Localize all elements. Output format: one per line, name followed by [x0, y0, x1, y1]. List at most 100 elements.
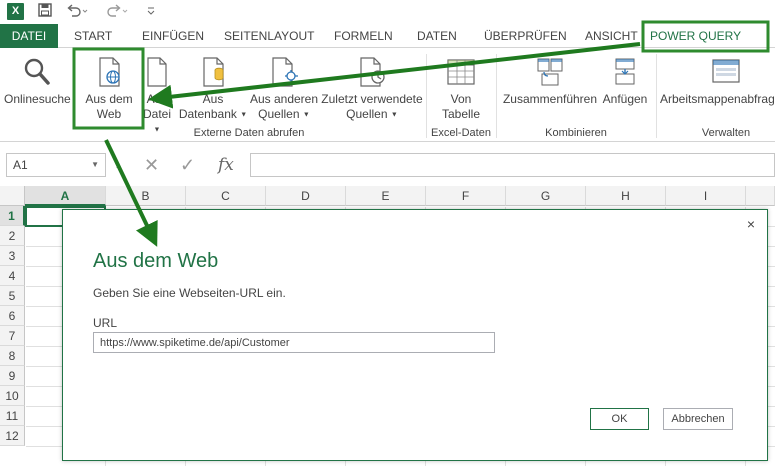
- from-web-button[interactable]: Aus dem Web: [78, 56, 140, 122]
- tab-datei[interactable]: DATEI: [0, 24, 58, 48]
- row-header-5[interactable]: 5: [0, 286, 25, 306]
- undo-icon[interactable]: [66, 3, 88, 21]
- row-header-12[interactable]: 12: [0, 426, 25, 446]
- url-input[interactable]: [93, 332, 495, 353]
- web-page-icon: [99, 57, 120, 87]
- recent-sources-label-1: Zuletzt verwendete: [321, 92, 423, 106]
- group-separator: [496, 54, 497, 138]
- ribbon-tabs: DATEI START EINFÜGEN SEITENLAYOUT FORMEL…: [0, 24, 775, 48]
- column-header-i[interactable]: I: [666, 186, 746, 206]
- from-table-label-1: Von: [450, 92, 472, 106]
- tab-formeln[interactable]: FORMELN: [334, 24, 393, 48]
- column-header-a[interactable]: A: [25, 186, 106, 206]
- row-header-10[interactable]: 10: [0, 386, 25, 406]
- row-header-8[interactable]: 8: [0, 346, 25, 366]
- column-header-e[interactable]: E: [346, 186, 426, 206]
- save-icon[interactable]: [38, 3, 52, 21]
- row-header-2[interactable]: 2: [0, 226, 25, 246]
- dialog-instruction: Geben Sie eine Webseiten-URL ein.: [93, 286, 286, 300]
- merge-icon: [537, 58, 563, 86]
- from-web-label-2: Web: [96, 107, 122, 121]
- column-header-h[interactable]: H: [586, 186, 666, 206]
- recent-sources-icon: [360, 57, 385, 87]
- ribbon: Onlinesuche Aus dem Web Aus Datei ▼ Aus …: [0, 48, 775, 142]
- row-header-3[interactable]: 3: [0, 246, 25, 266]
- merge-label: Zusammenführen: [502, 92, 598, 106]
- group-label-excel-data: Excel-Daten: [431, 127, 491, 139]
- append-label: Anfügen: [602, 92, 648, 106]
- from-table-label-2: Tabelle: [441, 107, 481, 121]
- from-file-label-1: Aus: [146, 92, 168, 106]
- dropdown-arrow-icon: ▼: [390, 111, 398, 119]
- select-all-corner[interactable]: [0, 186, 25, 206]
- workbook-queries-button[interactable]: Arbeitsmappenabfrag: [660, 56, 775, 107]
- cancel-button[interactable]: Abbrechen: [663, 408, 733, 430]
- from-other-sources-button[interactable]: Aus anderen Quellen ▼: [248, 56, 320, 122]
- workbook-queries-icon: [712, 59, 740, 83]
- column-header-f[interactable]: F: [426, 186, 506, 206]
- tab-power-query[interactable]: POWER QUERY: [650, 24, 741, 48]
- cancel-entry-icon[interactable]: ✕: [144, 153, 159, 177]
- from-table-button[interactable]: Von Tabelle: [432, 56, 490, 122]
- quick-access-toolbar: X: [0, 0, 775, 24]
- close-icon[interactable]: ×: [747, 216, 755, 232]
- magnifier-icon: [24, 58, 50, 85]
- append-button[interactable]: Anfügen: [600, 56, 650, 107]
- name-box-value: A1: [13, 158, 28, 172]
- ok-button[interactable]: OK: [590, 408, 649, 430]
- column-header-c[interactable]: C: [186, 186, 266, 206]
- row-header-6[interactable]: 6: [0, 306, 25, 326]
- from-database-button[interactable]: Aus Datenbank ▼: [178, 56, 248, 122]
- group-label-external-data: Externe Daten abrufen: [193, 127, 305, 139]
- group-separator: [426, 54, 427, 138]
- column-header-b[interactable]: B: [106, 186, 186, 206]
- dialog-title: Aus dem Web: [93, 250, 219, 272]
- database-icon: [203, 57, 224, 87]
- row-header-9[interactable]: 9: [0, 366, 25, 386]
- from-web-dialog: × Aus dem Web Geben Sie eine Webseiten-U…: [62, 209, 768, 461]
- tab-start[interactable]: START: [74, 24, 112, 48]
- online-search-button[interactable]: Onlinesuche: [4, 56, 71, 107]
- append-icon: [615, 58, 635, 85]
- recent-sources-button[interactable]: Zuletzt verwendete Quellen ▼: [320, 56, 424, 122]
- customize-toolbar-icon[interactable]: [146, 3, 156, 21]
- insert-function-icon[interactable]: fx: [218, 153, 234, 177]
- file-icon: [147, 57, 167, 87]
- chevron-down-icon[interactable]: ▼: [91, 154, 99, 176]
- from-file-label-2: Datei: [142, 107, 171, 121]
- group-separator: [656, 54, 657, 138]
- other-sources-icon: [272, 57, 298, 87]
- recent-sources-label-2: Quellen: [346, 107, 388, 121]
- from-other-label-2: Quellen: [258, 107, 300, 121]
- tab-ansicht[interactable]: ANSICHT: [585, 24, 638, 48]
- formula-bar-grip-icon[interactable]: ⋮: [112, 153, 126, 177]
- confirm-entry-icon[interactable]: ✓: [180, 153, 195, 177]
- workbook-queries-label: Arbeitsmappenabfrag: [660, 92, 775, 106]
- merge-button[interactable]: Zusammenführen: [500, 56, 600, 107]
- redo-icon[interactable]: [106, 3, 128, 21]
- from-other-label-1: Aus anderen: [249, 92, 319, 106]
- tab-seitenlayout[interactable]: SEITENLAYOUT: [224, 24, 314, 48]
- tab-daten[interactable]: DATEN: [417, 24, 457, 48]
- group-label-manage: Verwalten: [701, 127, 751, 139]
- column-header-g[interactable]: G: [506, 186, 586, 206]
- from-web-label-1: Aus dem: [85, 92, 133, 106]
- excel-logo-icon: X: [7, 3, 24, 20]
- from-database-label-1: Aus: [202, 92, 224, 106]
- row-header-4[interactable]: 4: [0, 266, 25, 286]
- tab-einfuegen[interactable]: EINFÜGEN: [142, 24, 204, 48]
- formula-input[interactable]: [250, 153, 775, 177]
- from-file-button[interactable]: Aus Datei ▼: [140, 56, 174, 137]
- formula-bar: A1 ▼ ⋮ ✕ ✓ fx: [0, 150, 775, 180]
- from-database-label-2: Datenbank: [178, 107, 237, 121]
- tab-ueberpruefen[interactable]: ÜBERPRÜFEN: [484, 24, 567, 48]
- column-header-d[interactable]: D: [266, 186, 346, 206]
- row-header-7[interactable]: 7: [0, 326, 25, 346]
- group-label-combine: Kombinieren: [545, 127, 607, 139]
- column-header-j[interactable]: [746, 186, 775, 206]
- dropdown-arrow-icon: ▼: [240, 111, 248, 119]
- name-box[interactable]: A1 ▼: [6, 153, 106, 177]
- row-header-1[interactable]: 1: [0, 206, 25, 226]
- row-header-11[interactable]: 11: [0, 406, 25, 426]
- online-search-label: Onlinesuche: [4, 92, 71, 106]
